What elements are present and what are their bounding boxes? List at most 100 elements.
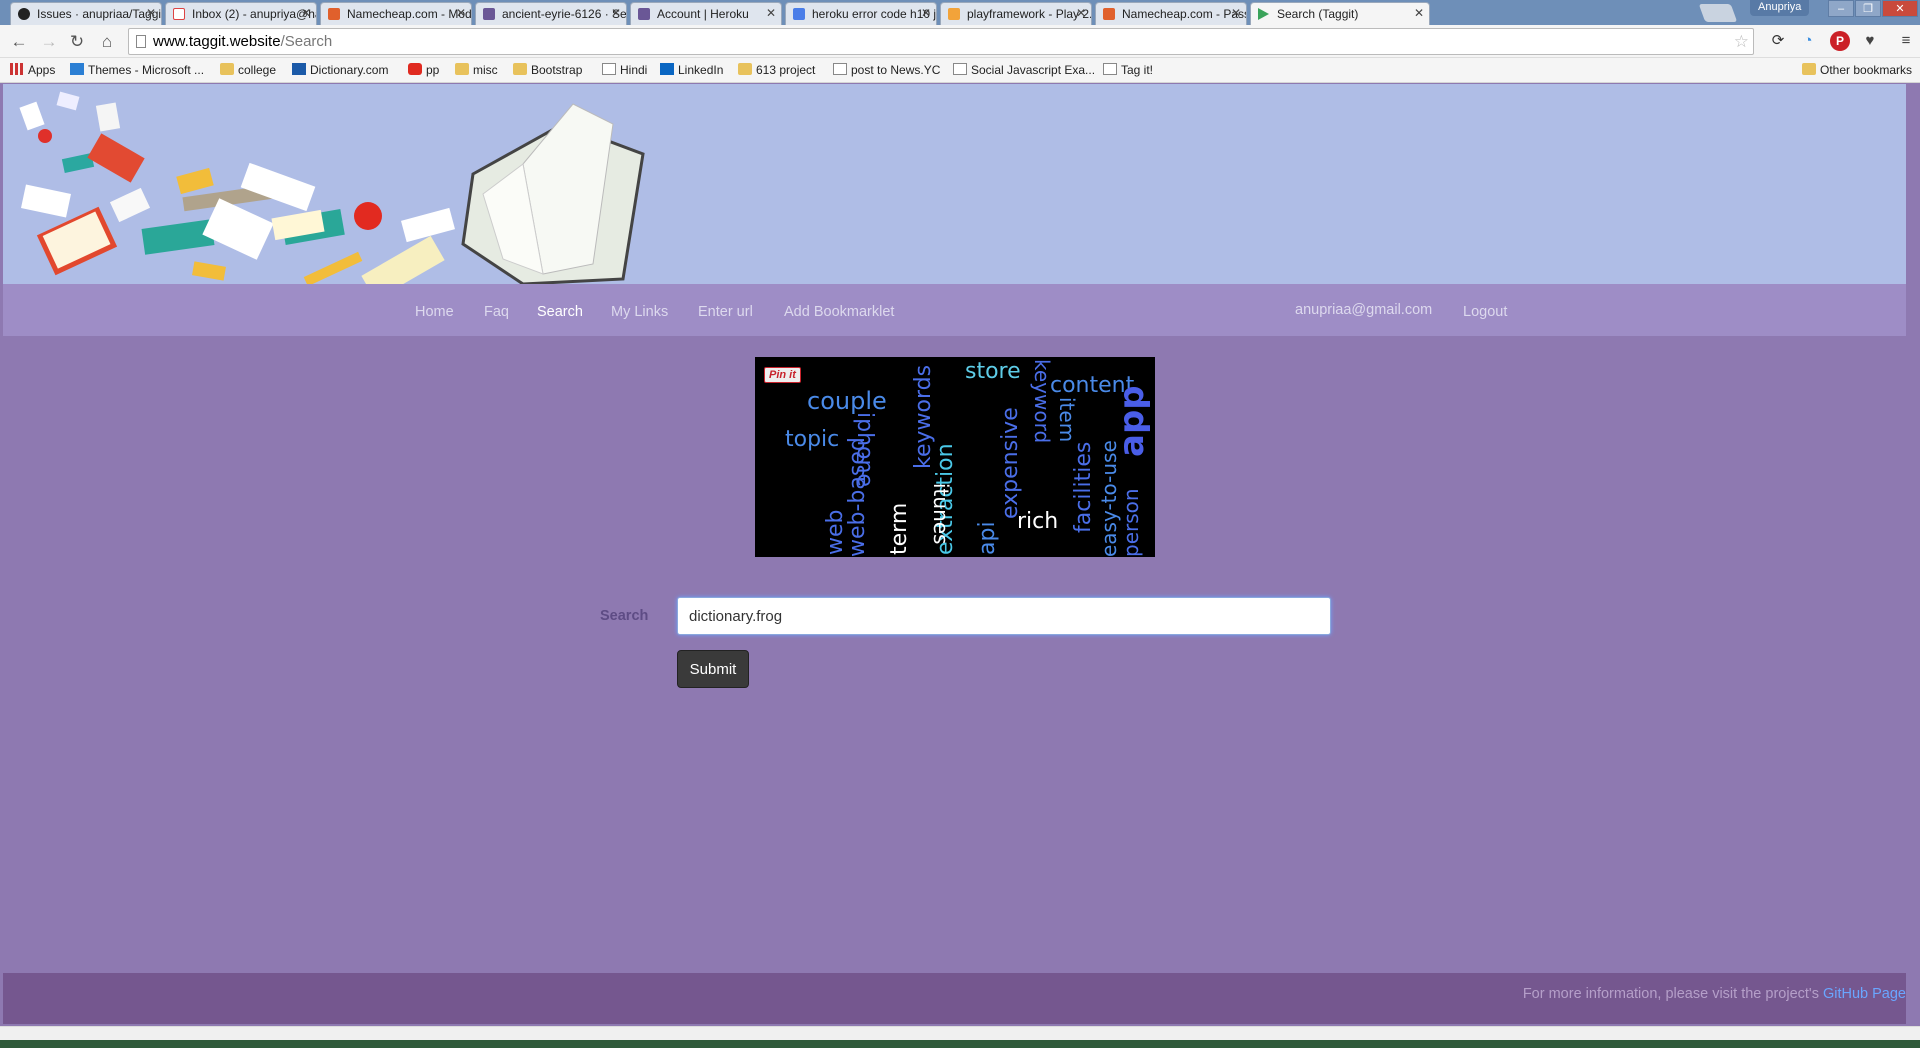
close-icon[interactable]: ✕ — [1076, 6, 1086, 20]
tab-title: ancient-eyrie-6126 · Sett — [502, 7, 627, 21]
address-bar[interactable]: www.taggit.website/Search ☆ — [128, 28, 1754, 55]
bookmark-tag-it[interactable]: Tag it! — [1103, 63, 1153, 77]
page-icon — [833, 63, 847, 75]
page-icon — [953, 63, 967, 75]
word-cloud-word: expensive — [998, 407, 1023, 519]
close-icon[interactable]: ✕ — [611, 6, 621, 20]
word-cloud-word: facilities — [1071, 441, 1096, 533]
browser-tab[interactable]: playframework - Play 2.2 ✕ — [940, 2, 1092, 25]
bookmark-hindi[interactable]: Hindi — [602, 63, 647, 77]
pin-it-button[interactable]: Pin it — [764, 367, 801, 383]
tab-title: heroku error code h10 ja — [812, 7, 937, 21]
close-icon[interactable]: ✕ — [766, 6, 776, 20]
sync-extension-icon[interactable]: ⟳ — [1768, 31, 1788, 51]
bookmark-bootstrap[interactable]: Bootstrap — [513, 63, 582, 77]
gmail-icon — [173, 8, 185, 20]
browser-tab[interactable]: Inbox (2) - anupriya@ha ✕ — [165, 2, 317, 25]
timer-extension-icon[interactable]: ◔ — [1798, 31, 1818, 51]
folder-icon — [513, 63, 527, 75]
page-icon — [602, 63, 616, 75]
github-page-link[interactable]: GitHub Page — [1823, 986, 1906, 1002]
pinterest-icon[interactable]: P — [1830, 31, 1850, 51]
maximize-button[interactable]: ❐ — [1855, 0, 1881, 17]
close-icon[interactable]: ✕ — [456, 6, 466, 20]
browser-tab[interactable]: heroku error code h10 ja ✕ — [785, 2, 937, 25]
close-icon[interactable]: ✕ — [146, 6, 156, 20]
tab-title: Issues · anupriaa/Taggit — [37, 7, 162, 21]
bookmark-label: Social Javascript Exa... — [971, 63, 1096, 77]
search-label: Search — [600, 608, 649, 624]
menu-icon[interactable]: ≡ — [1896, 31, 1916, 51]
forward-icon[interactable]: → — [38, 31, 60, 53]
bookmark-label: college — [238, 63, 277, 77]
browser-tab[interactable]: Account | Heroku ✕ — [630, 2, 782, 25]
close-icon[interactable]: ✕ — [921, 6, 931, 20]
heroku-icon — [638, 8, 650, 20]
folder-icon — [220, 63, 234, 75]
other-bookmarks[interactable]: Other bookmarks — [1802, 63, 1912, 77]
books-illustration — [19, 91, 645, 284]
user-email[interactable]: anupriaa@gmail.com — [1295, 302, 1432, 318]
bookmark-613-project[interactable]: 613 project — [738, 63, 815, 77]
bookmark-pp[interactable]: pp — [408, 63, 439, 77]
bookmark-label: pp — [426, 63, 440, 77]
github-icon — [18, 8, 30, 20]
horizontal-scrollbar[interactable] — [0, 1026, 1920, 1040]
word-cloud-word: topic — [785, 427, 840, 452]
pocket-icon[interactable]: ♥ — [1860, 31, 1880, 51]
home-icon[interactable]: ⌂ — [96, 31, 118, 53]
bookmark-dictionary[interactable]: Dictionary.com — [292, 63, 388, 77]
tab-title: Namecheap.com - Pass — [1122, 7, 1247, 21]
profile-name[interactable]: Anupriya — [1750, 0, 1810, 16]
word-cloud-word: person — [1119, 488, 1143, 557]
bookmark-news-yc[interactable]: post to News.YC — [833, 63, 940, 77]
close-icon[interactable]: ✕ — [1231, 6, 1241, 20]
back-icon[interactable]: ← — [8, 31, 30, 53]
submit-button[interactable]: Submit — [677, 650, 749, 688]
bookmark-label: Hindi — [620, 63, 648, 77]
minimize-button[interactable]: – — [1828, 0, 1854, 17]
reload-icon[interactable]: ↻ — [66, 31, 88, 53]
bookmark-label: misc — [473, 63, 498, 77]
nav-home[interactable]: Home — [415, 304, 454, 320]
browser-toolbar: ← → ↻ ⌂ www.taggit.website/Search ☆ ⟳ ◔ … — [0, 25, 1920, 58]
bookmark-college[interactable]: college — [220, 63, 276, 77]
window-close-button[interactable]: ✕ — [1882, 0, 1918, 17]
bookmark-linkedin[interactable]: LinkedIn — [660, 63, 723, 77]
bookmark-social-js[interactable]: Social Javascript Exa... — [953, 63, 1095, 77]
search-input[interactable] — [677, 597, 1331, 635]
close-icon[interactable]: ✕ — [301, 6, 311, 20]
word-cloud-word: api — [975, 521, 1000, 555]
nav-enter-url[interactable]: Enter url — [698, 304, 753, 320]
star-icon[interactable]: ☆ — [1734, 32, 1749, 52]
bookmark-label: Bootstrap — [531, 63, 583, 77]
browser-tab-active[interactable]: Search (Taggit) ✕ — [1250, 2, 1430, 25]
word-cloud-word: app — [1112, 385, 1152, 457]
browser-tab[interactable]: ancient-eyrie-6126 · Sett ✕ — [475, 2, 627, 25]
bookmark-misc[interactable]: misc — [455, 63, 498, 77]
nav-add-bookmarklet[interactable]: Add Bookmarklet — [784, 304, 894, 320]
bookmark-apps[interactable]: Apps — [10, 63, 55, 77]
word-cloud-word: itunes — [929, 483, 953, 545]
close-icon[interactable]: ✕ — [1414, 6, 1424, 20]
folder-icon — [455, 63, 469, 75]
google-icon — [793, 8, 805, 20]
word-cloud-word: keyword — [1030, 359, 1054, 444]
url-host: www.taggit.website — [153, 33, 281, 50]
nav-faq[interactable]: Faq — [484, 304, 509, 320]
footer-message: For more information, please visit the p… — [1522, 986, 1823, 1002]
nav-search[interactable]: Search — [537, 304, 583, 320]
word-cloud-image: Pin it couple iphone keywords store keyw… — [755, 357, 1155, 557]
site-footer: For more information, please visit the p… — [3, 973, 1906, 1024]
namecheap-icon — [328, 8, 340, 20]
nav-logout[interactable]: Logout — [1463, 304, 1507, 320]
bookmark-themes[interactable]: Themes - Microsoft ... — [70, 63, 204, 77]
tab-title: Inbox (2) - anupriya@ha — [192, 7, 317, 21]
browser-tab[interactable]: Namecheap.com - Mod ✕ — [320, 2, 472, 25]
new-tab-button[interactable] — [1698, 4, 1738, 22]
word-cloud-word: easy-to-use — [1097, 440, 1121, 557]
browser-tab[interactable]: Issues · anupriaa/Taggit ✕ — [10, 2, 162, 25]
nav-my-links[interactable]: My Links — [611, 304, 668, 320]
word-cloud-word: web-based — [845, 437, 870, 557]
browser-tab[interactable]: Namecheap.com - Pass ✕ — [1095, 2, 1247, 25]
